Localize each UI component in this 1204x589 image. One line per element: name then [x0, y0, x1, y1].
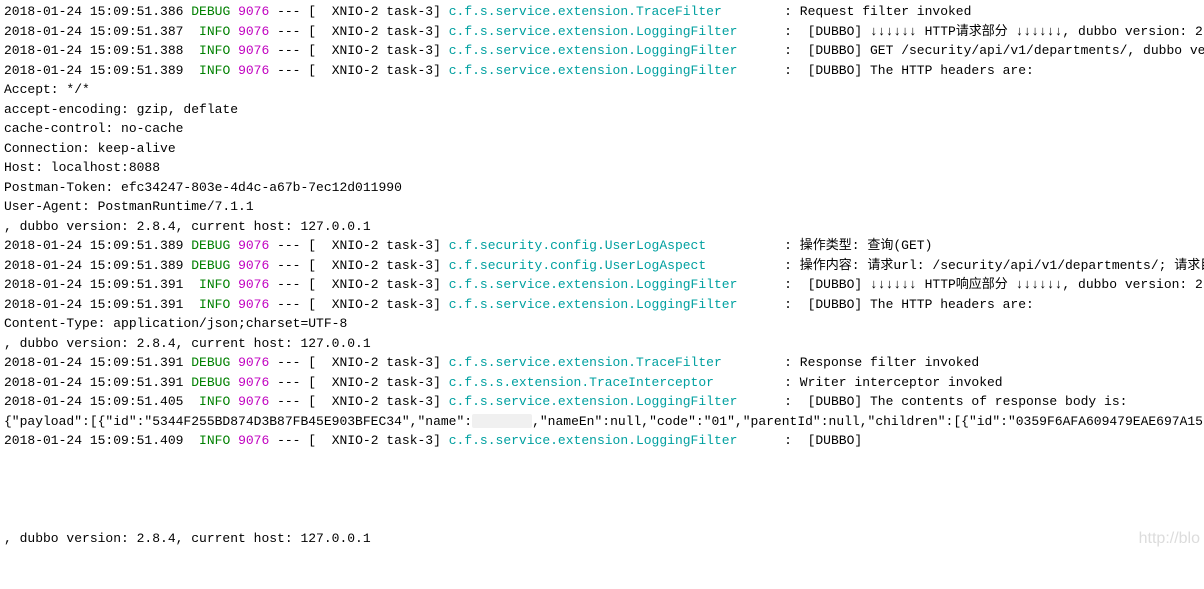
log-text: Accept: */* [4, 80, 1200, 100]
log-text: Host: localhost:8088 [4, 158, 1200, 178]
log-text: Content-Type: application/json;charset=U… [4, 314, 1200, 334]
log-text: , dubbo version: 2.8.4, current host: 12… [4, 529, 1200, 549]
log-viewer: 2018-01-24 15:09:51.386 DEBUG 9076 --- [… [4, 2, 1200, 548]
log-text: , dubbo version: 2.8.4, current host: 12… [4, 334, 1200, 354]
log-line: 2018-01-24 15:09:51.391 INFO 9076 --- [ … [4, 275, 1200, 295]
redacted-name [472, 414, 532, 428]
log-text: User-Agent: PostmanRuntime/7.1.1 [4, 197, 1200, 217]
log-text: cache-control: no-cache [4, 119, 1200, 139]
log-line: 2018-01-24 15:09:51.391 INFO 9076 --- [ … [4, 295, 1200, 315]
log-text: , dubbo version: 2.8.4, current host: 12… [4, 217, 1200, 237]
log-line: 2018-01-24 15:09:51.389 DEBUG 9076 --- [… [4, 256, 1200, 276]
log-line: 2018-01-24 15:09:51.391 DEBUG 9076 --- [… [4, 373, 1200, 393]
log-line: 2018-01-24 15:09:51.391 DEBUG 9076 --- [… [4, 353, 1200, 373]
log-line: 2018-01-24 15:09:51.409 INFO 9076 --- [ … [4, 431, 1200, 451]
log-line: 2018-01-24 15:09:51.389 INFO 9076 --- [ … [4, 61, 1200, 81]
watermark: http://blo [1139, 529, 1200, 549]
log-text: Connection: keep-alive [4, 139, 1200, 159]
log-line: 2018-01-24 15:09:51.388 INFO 9076 --- [ … [4, 41, 1200, 61]
payload-line: {"payload":[{"id":"5344F255BD874D3B87FB4… [4, 412, 1200, 432]
log-line: 2018-01-24 15:09:51.389 DEBUG 9076 --- [… [4, 236, 1200, 256]
log-line: 2018-01-24 15:09:51.387 INFO 9076 --- [ … [4, 22, 1200, 42]
log-text: Postman-Token: efc34247-803e-4d4c-a67b-7… [4, 178, 1200, 198]
log-text: accept-encoding: gzip, deflate [4, 100, 1200, 120]
log-line: 2018-01-24 15:09:51.405 INFO 9076 --- [ … [4, 392, 1200, 412]
log-line: 2018-01-24 15:09:51.386 DEBUG 9076 --- [… [4, 2, 1200, 22]
